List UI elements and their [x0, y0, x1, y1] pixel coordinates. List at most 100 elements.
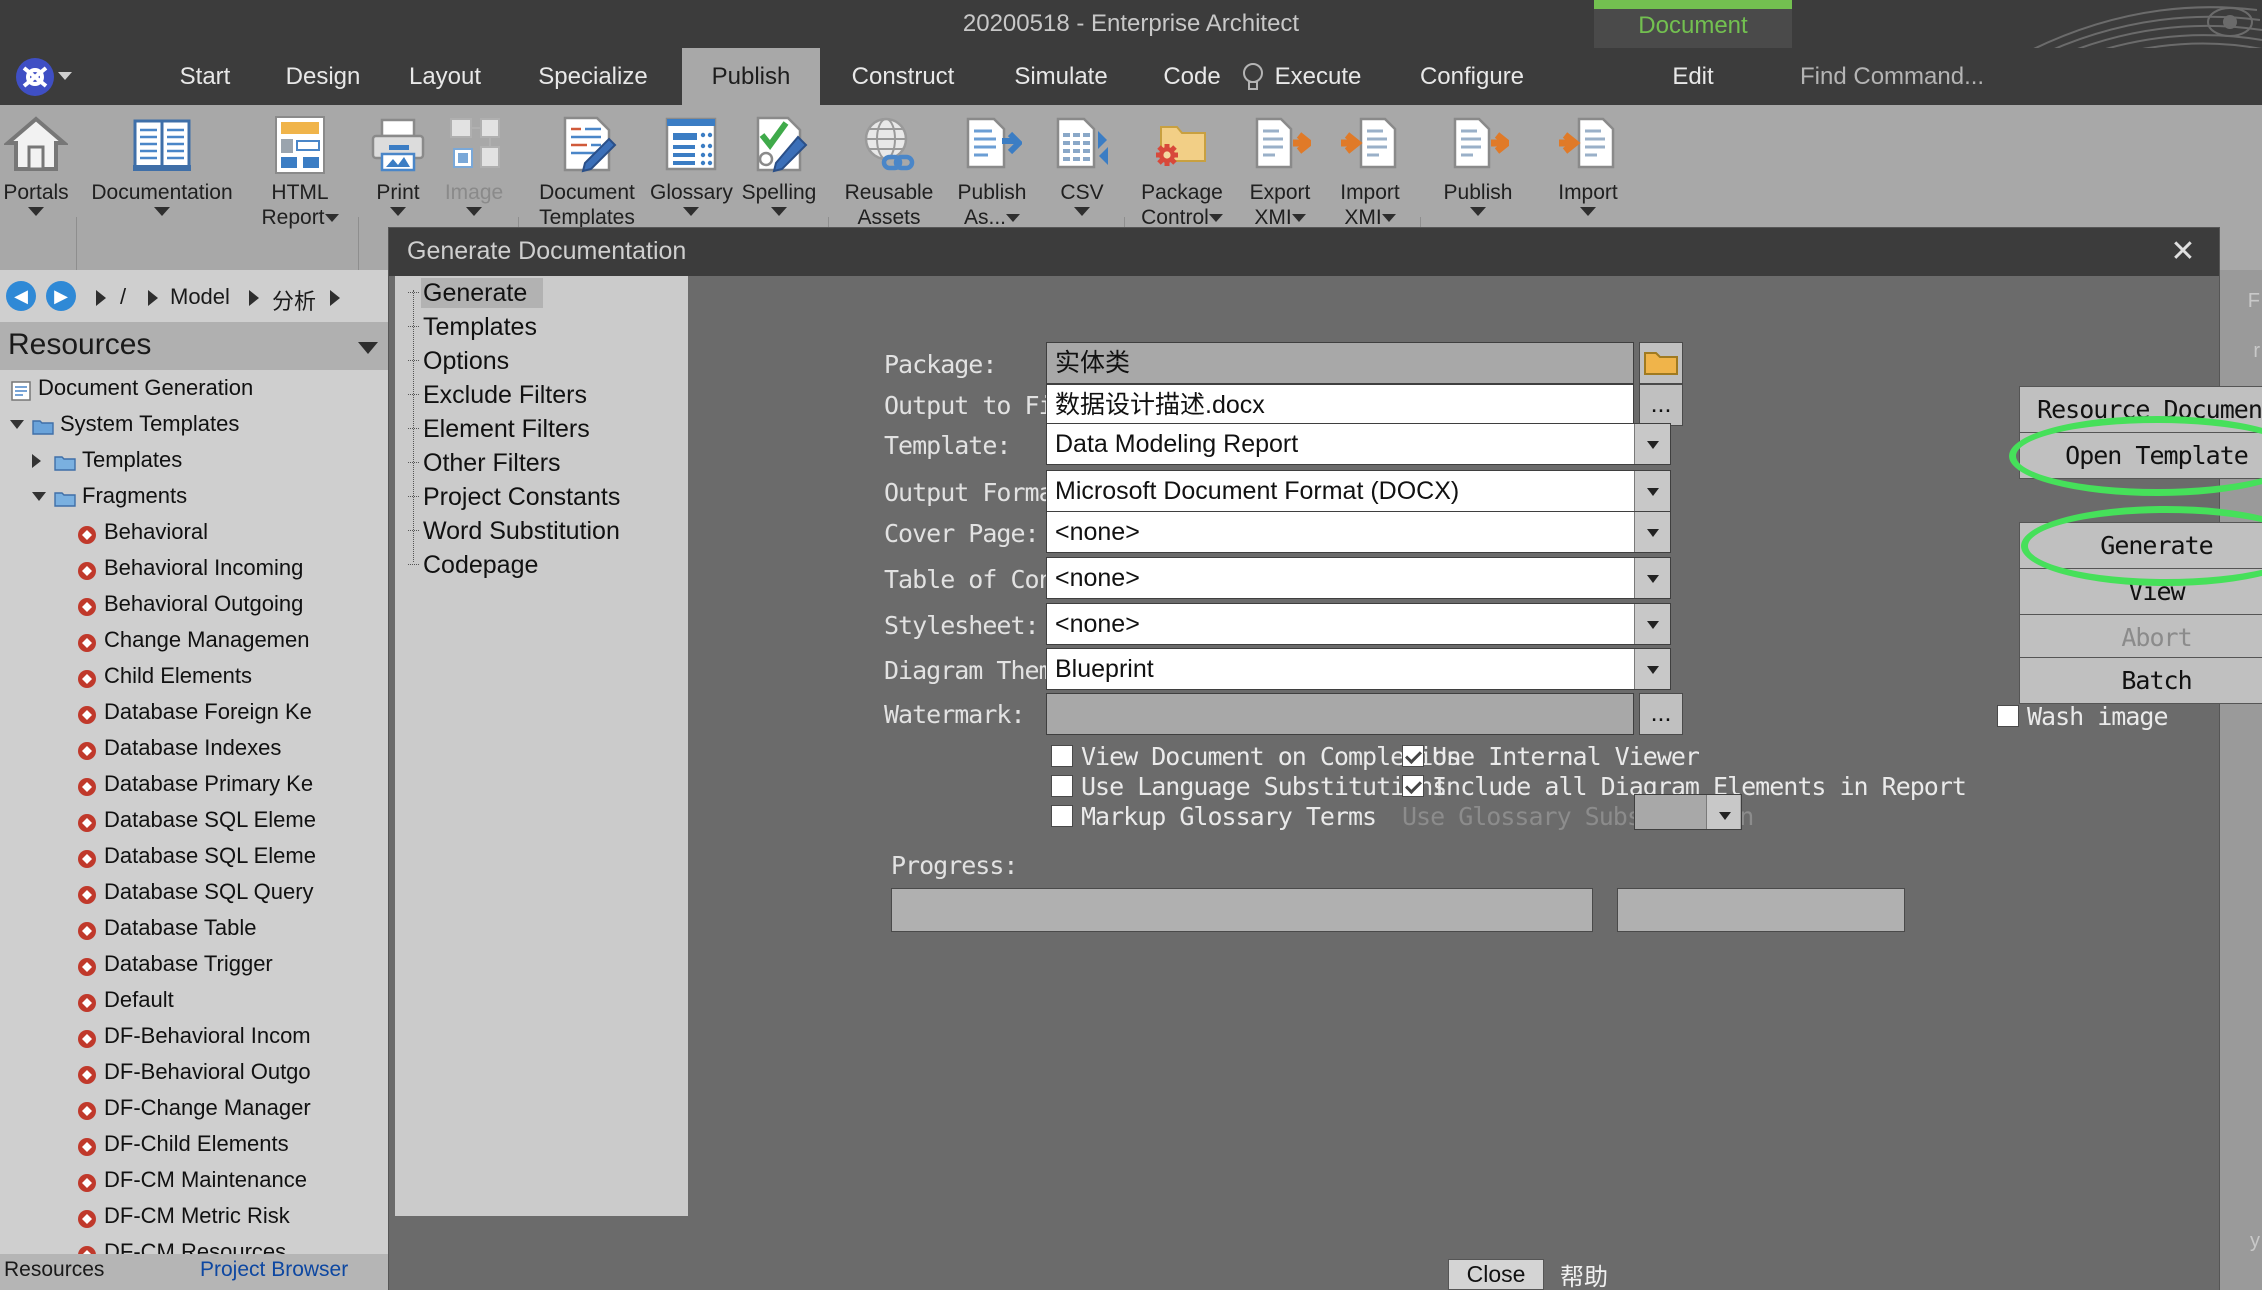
- table-of-contents-combo[interactable]: <none>: [1046, 557, 1671, 599]
- wash-image-checkbox[interactable]: [1997, 705, 2019, 727]
- ribbon-tab-execute[interactable]: Execute: [1248, 48, 1388, 105]
- resources-tree-item[interactable]: Database SQL Eleme: [0, 802, 392, 838]
- resources-tree-item[interactable]: Database Indexes: [0, 730, 392, 766]
- view-button[interactable]: View: [2019, 568, 2262, 615]
- use-language-substitutions-checkbox[interactable]: [1051, 775, 1073, 797]
- resources-tree-item[interactable]: Templates: [0, 442, 392, 478]
- ribbon-button-reusable-assets[interactable]: Reusable Assets: [836, 113, 942, 230]
- dialog-section-word-substitution[interactable]: Word Substitution: [395, 514, 688, 548]
- chevron-down-icon[interactable]: [771, 207, 787, 216]
- resources-tree-item[interactable]: Database Primary Ke: [0, 766, 392, 802]
- chevron-down-icon[interactable]: [466, 207, 482, 216]
- ribbon-tab-configure[interactable]: Configure: [1392, 48, 1552, 105]
- markup-glossary-terms-checkbox[interactable]: [1051, 805, 1073, 827]
- tab-resources[interactable]: Resources: [4, 1258, 104, 1282]
- resources-tree-item[interactable]: Database SQL Query: [0, 874, 392, 910]
- view-document-on-completion-checkbox[interactable]: [1051, 745, 1073, 767]
- ribbon-tab-simulate[interactable]: Simulate: [986, 48, 1136, 105]
- resources-tree-item[interactable]: DF-CM Maintenance: [0, 1162, 392, 1198]
- batch-button[interactable]: Batch: [2019, 657, 2262, 704]
- diagram-theme-combo-chevron-icon[interactable]: [1634, 649, 1670, 689]
- template-combo[interactable]: Data Modeling Report: [1046, 423, 1671, 465]
- chevron-down-icon[interactable]: [28, 207, 44, 216]
- resources-tree-item[interactable]: DF-Child Elements: [0, 1126, 392, 1162]
- ribbon-tab-publish[interactable]: Publish: [682, 48, 820, 105]
- ribbon-tab-specialize[interactable]: Specialize: [508, 48, 678, 105]
- chevron-down-icon[interactable]: [324, 214, 339, 223]
- browse-output-file-button[interactable]: ...: [1639, 384, 1683, 426]
- resources-tree-item[interactable]: Database Foreign Ke: [0, 694, 392, 730]
- dialog-section-element-filters[interactable]: Element Filters: [395, 412, 688, 446]
- dialog-section-tree[interactable]: Generate Templates Options Exclude Filters E…: [395, 276, 688, 1216]
- resources-tree-item[interactable]: DF-CM Metric Risk: [0, 1198, 392, 1234]
- resources-tree-item[interactable]: Change Managemen: [0, 622, 392, 658]
- browse-package-button[interactable]: [1639, 342, 1683, 384]
- resources-tree-item[interactable]: DF-Change Manager: [0, 1090, 392, 1126]
- resources-tree-item[interactable]: Database Trigger: [0, 946, 392, 982]
- resources-tree-item[interactable]: Default: [0, 982, 392, 1018]
- generate-button[interactable]: Generate: [2019, 522, 2262, 569]
- resources-tree-item[interactable]: Database SQL Eleme: [0, 838, 392, 874]
- dialog-section-templates[interactable]: Templates: [395, 310, 688, 344]
- resources-tree-item[interactable]: Document Generation: [0, 370, 392, 406]
- resources-tree-item[interactable]: System Templates: [0, 406, 392, 442]
- ribbon-button-glossary[interactable]: Glossary: [650, 113, 733, 216]
- ribbon-tab-design[interactable]: Design: [264, 48, 382, 105]
- tab-project-browser[interactable]: Project Browser: [200, 1258, 348, 1282]
- breadcrumb-package[interactable]: 分析: [272, 284, 316, 316]
- find-command-input[interactable]: Find Command...: [1800, 48, 1984, 105]
- diagram-theme-combo[interactable]: Blueprint: [1046, 648, 1671, 690]
- chevron-down-icon[interactable]: [1381, 214, 1396, 223]
- include-all-diagram-elements-checkbox[interactable]: [1402, 775, 1424, 797]
- breadcrumb-model[interactable]: Model: [170, 284, 230, 310]
- ribbon-button-publish-as[interactable]: Publish As...: [944, 113, 1040, 230]
- resources-tree-item[interactable]: Fragments: [0, 478, 392, 514]
- back-arrow-icon[interactable]: ◀: [6, 281, 36, 311]
- app-menu-chevron-icon[interactable]: [58, 72, 72, 80]
- use-internal-viewer-checkbox[interactable]: [1402, 745, 1424, 767]
- resources-tree-item[interactable]: Behavioral: [0, 514, 392, 550]
- breadcrumb-root[interactable]: /: [120, 284, 126, 310]
- ribbon-button-publish-cmd[interactable]: Publish: [1426, 113, 1530, 216]
- ribbon-button-html-report[interactable]: HTML Report: [250, 113, 350, 230]
- chevron-down-icon[interactable]: [1074, 207, 1090, 216]
- dialog-section-options[interactable]: Options: [395, 344, 688, 378]
- forward-arrow-icon[interactable]: ▶: [46, 281, 76, 311]
- collapse-chevron-icon[interactable]: [32, 492, 46, 508]
- ribbon-button-print-item[interactable]: Print: [364, 113, 432, 216]
- cover-page-combo-chevron-icon[interactable]: [1634, 512, 1670, 552]
- dialog-section-exclude-filters[interactable]: Exclude Filters: [395, 378, 688, 412]
- resources-tree-item[interactable]: Database Table: [0, 910, 392, 946]
- close-button[interactable]: Close: [1448, 1259, 1544, 1290]
- ribbon-button-package-control[interactable]: Package Control: [1130, 113, 1234, 230]
- ribbon-button-import-xmi[interactable]: Import XMI: [1326, 113, 1414, 230]
- ribbon-button-document-templates[interactable]: Document Templates: [524, 113, 650, 230]
- ribbon-tab-code[interactable]: Code: [1140, 48, 1244, 105]
- chevron-down-icon[interactable]: [1208, 214, 1223, 223]
- stylesheet-combo[interactable]: <none>: [1046, 603, 1671, 645]
- resources-tree-item[interactable]: DF-Behavioral Incom: [0, 1018, 392, 1054]
- close-icon[interactable]: ✕: [2155, 231, 2211, 273]
- resources-tree-item[interactable]: Child Elements: [0, 658, 392, 694]
- chevron-down-icon[interactable]: [1291, 214, 1306, 223]
- resources-tree[interactable]: Document Generation System Templates Templ…: [0, 370, 392, 1270]
- cover-page-combo[interactable]: <none>: [1046, 511, 1671, 553]
- dialog-section-project-constants[interactable]: Project Constants: [395, 480, 688, 514]
- help-button[interactable]: 帮助: [1560, 1257, 1608, 1290]
- collapse-chevron-icon[interactable]: [10, 420, 24, 436]
- expand-chevron-icon[interactable]: [32, 454, 41, 468]
- watermark-field[interactable]: [1046, 693, 1634, 735]
- app-logo-icon[interactable]: [14, 56, 56, 98]
- chevron-down-icon[interactable]: [390, 207, 406, 216]
- resources-tree-item[interactable]: Behavioral Outgoing: [0, 586, 392, 622]
- ribbon-button-portals[interactable]: Portals: [0, 113, 72, 216]
- ribbon-button-spelling[interactable]: Spelling: [738, 113, 820, 216]
- dialog-section-other-filters[interactable]: Other Filters: [395, 446, 688, 480]
- open-template-button[interactable]: Open Template: [2019, 432, 2262, 479]
- output-format-combo[interactable]: Microsoft Document Format (DOCX): [1046, 470, 1671, 512]
- ribbon-button-image[interactable]: Image: [440, 113, 508, 216]
- chevron-down-icon[interactable]: [154, 207, 170, 216]
- chevron-down-icon[interactable]: [1580, 207, 1596, 216]
- resources-tree-item[interactable]: DF-Behavioral Outgo: [0, 1054, 392, 1090]
- stylesheet-combo-chevron-icon[interactable]: [1634, 604, 1670, 644]
